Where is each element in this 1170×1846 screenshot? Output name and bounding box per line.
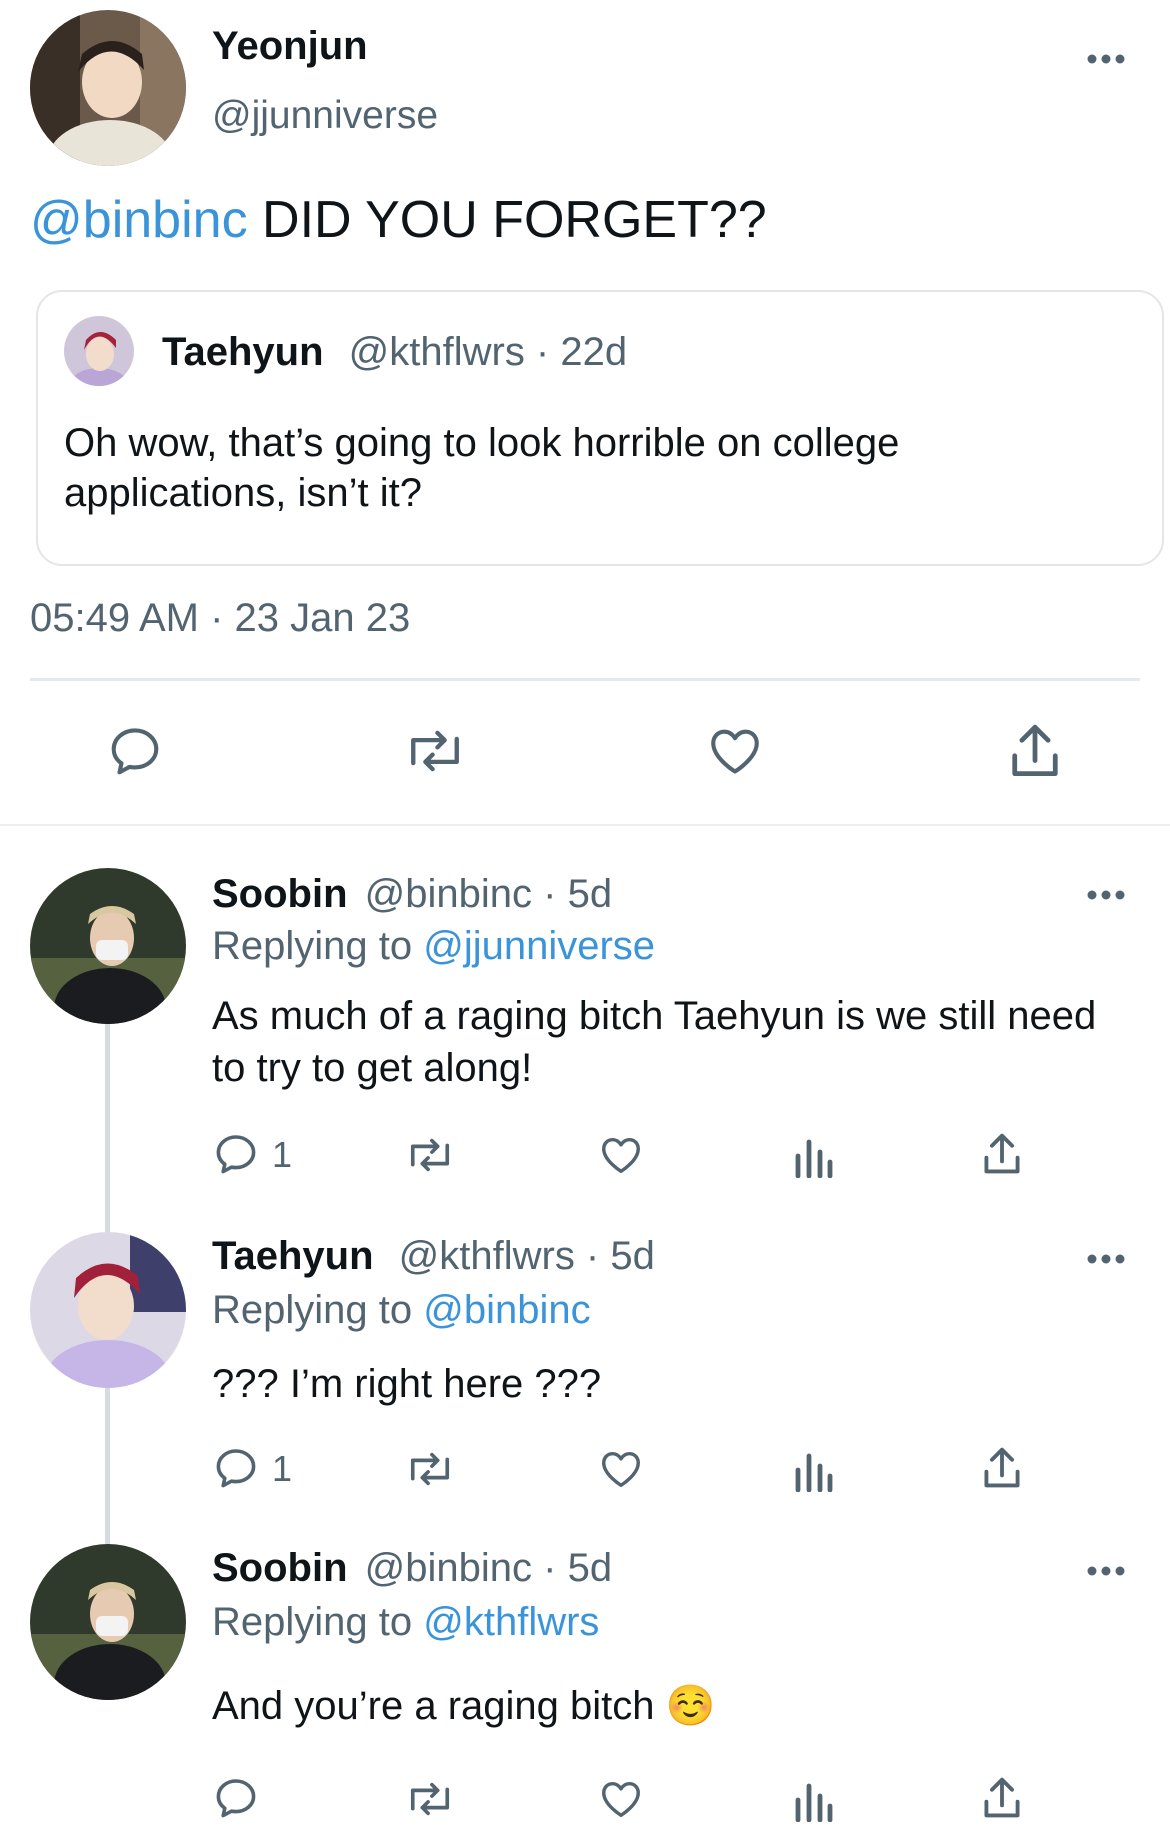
replying-to-handle[interactable]: @kthflwrs: [423, 1600, 599, 1644]
author-handle[interactable]: @jjunniverse: [212, 94, 438, 138]
thread-line: [105, 1388, 110, 1544]
reply-text: ??? I’m right here ???: [212, 1362, 602, 1406]
thread-line: [105, 1024, 110, 1238]
author-handle[interactable]: @binbinc · 5d: [365, 1546, 612, 1590]
avatar[interactable]: [30, 1544, 186, 1700]
quoted-author-name: Taehyun: [162, 330, 324, 374]
replying-to: Replying to @jjunniverse: [212, 924, 655, 969]
avatar[interactable]: [30, 10, 186, 166]
more-icon[interactable]: [1086, 52, 1126, 66]
replying-to-label: Replying to: [212, 1288, 424, 1332]
share-icon[interactable]: [980, 1774, 1024, 1822]
replying-to: Replying to @binbinc: [212, 1288, 591, 1333]
views-icon[interactable]: [792, 1778, 834, 1822]
reply-header: Soobin @binbinc · 5d: [212, 872, 612, 917]
replying-to: Replying to @kthflwrs: [212, 1600, 599, 1645]
reply-header: Soobin @binbinc · 5d: [212, 1546, 612, 1591]
reply-text: And you’re a raging bitch ☺️: [212, 1684, 716, 1728]
tweet-text: @binbinc DID YOU FORGET??: [30, 190, 767, 250]
divider: [30, 678, 1140, 681]
quoted-header: Taehyun @kthflwrs · 22d: [162, 330, 627, 375]
quoted-age: 22d: [560, 330, 628, 374]
more-icon[interactable]: [1086, 1564, 1126, 1578]
replying-to-handle[interactable]: @jjunniverse: [423, 924, 655, 968]
reply-count: 1: [272, 1134, 293, 1175]
quoted-text: Oh wow, that’s going to look horrible on…: [64, 421, 900, 515]
quoted-tweet-card[interactable]: Taehyun @kthflwrs · 22d Oh wow, that’s g…: [36, 290, 1164, 566]
timestamp: 05:49 AM · 23 Jan 23: [30, 596, 411, 640]
like-icon[interactable]: [596, 1776, 646, 1822]
like-icon[interactable]: [704, 722, 766, 780]
retweet-icon[interactable]: [400, 722, 470, 780]
retweet-icon[interactable]: [402, 1446, 458, 1492]
author-name[interactable]: Taehyun: [212, 1234, 374, 1278]
author-name[interactable]: Soobin: [212, 1546, 348, 1590]
reply-icon[interactable]: [212, 1130, 260, 1178]
avatar[interactable]: [30, 1232, 186, 1388]
section-divider: [0, 824, 1170, 826]
reply-icon[interactable]: [212, 1444, 260, 1492]
author-name[interactable]: Yeonjun: [212, 24, 368, 69]
reply-text: As much of a raging bitch Taehyun is we …: [212, 994, 1097, 1090]
like-icon[interactable]: [596, 1132, 646, 1178]
author-name[interactable]: Soobin: [212, 872, 348, 916]
replying-to-label: Replying to: [212, 1600, 424, 1644]
more-icon[interactable]: [1086, 888, 1126, 902]
reply-icon[interactable]: [212, 1774, 260, 1822]
reply-count: 1: [272, 1448, 293, 1489]
mention-link[interactable]: @binbinc: [30, 191, 248, 249]
author-handle[interactable]: @binbinc · 5d: [365, 872, 612, 916]
more-icon[interactable]: [1086, 1252, 1126, 1266]
tweet-body: DID YOU FORGET??: [247, 191, 767, 249]
retweet-icon[interactable]: [402, 1776, 458, 1822]
avatar: [64, 316, 134, 386]
author-handle[interactable]: @kthflwrs · 5d: [399, 1234, 655, 1278]
reply-icon[interactable]: [106, 722, 164, 780]
like-icon[interactable]: [596, 1446, 646, 1492]
share-icon[interactable]: [980, 1130, 1024, 1178]
avatar[interactable]: [30, 868, 186, 1024]
share-icon[interactable]: [1006, 720, 1064, 782]
replying-to-handle[interactable]: @binbinc: [423, 1288, 590, 1332]
quoted-author-handle: @kthflwrs: [348, 330, 525, 374]
reply-header: Taehyun @kthflwrs · 5d: [212, 1234, 655, 1279]
replying-to-label: Replying to: [212, 924, 424, 968]
retweet-icon[interactable]: [402, 1132, 458, 1178]
views-icon[interactable]: [792, 1448, 834, 1492]
share-icon[interactable]: [980, 1444, 1024, 1492]
views-icon[interactable]: [792, 1134, 834, 1178]
separator: ·: [524, 330, 561, 374]
